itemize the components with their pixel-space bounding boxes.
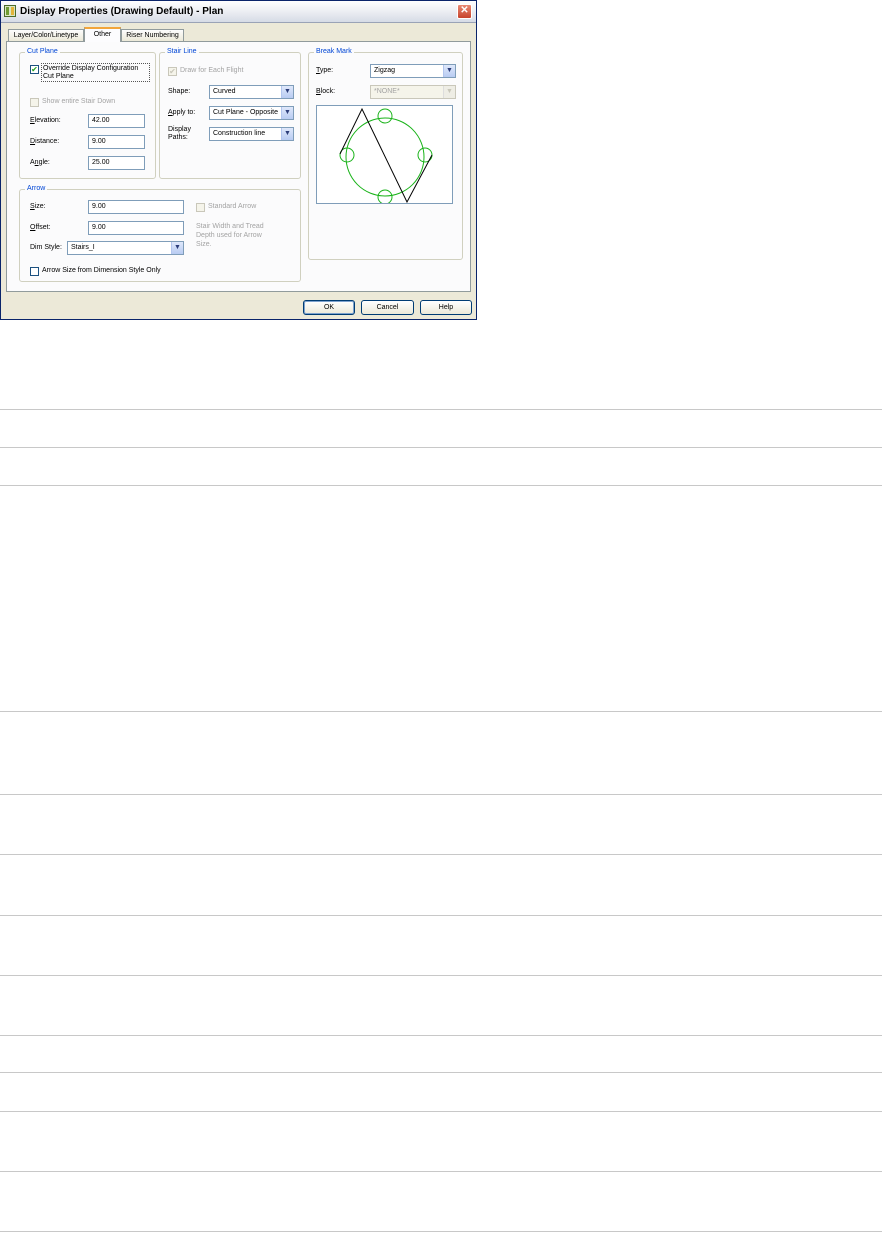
size-label: Size:: [30, 203, 46, 210]
apply-to-value: Cut Plane - Opposite: [213, 109, 278, 116]
distance-field[interactable]: 9.00: [88, 135, 145, 149]
apply-to-dropdown[interactable]: Cut Plane - Opposite ▼: [209, 106, 294, 120]
table-rule: [0, 1171, 882, 1172]
shape-value: Curved: [213, 88, 236, 95]
offset-label: Offset:: [30, 224, 51, 231]
table-rule: [0, 1035, 882, 1036]
table-rule: [0, 915, 882, 916]
type-value: Zigzag: [374, 67, 396, 74]
dim-style-label: Dim Style:: [30, 244, 62, 251]
table-rule: [0, 409, 882, 410]
title-bar[interactable]: Display Properties (Drawing Default) - P…: [1, 1, 476, 23]
standard-arrow-checkbox[interactable]: [196, 203, 205, 212]
apply-to-label: Apply to:: [168, 109, 196, 116]
arrow-note-line2: Depth used for Arrow: [196, 232, 262, 239]
table-rule: [0, 1072, 882, 1073]
override-cut-plane-label-line2: Cut Plane: [43, 73, 74, 80]
ok-button[interactable]: OK: [303, 300, 355, 315]
table-rule: [0, 485, 882, 486]
stair-line-legend: Stair Line: [165, 47, 199, 57]
checkmark-icon: ✔: [169, 67, 176, 76]
break-mark-preview: [316, 105, 453, 205]
tab-layer-color-linetype[interactable]: Layer/Color/Linetype: [8, 29, 84, 41]
elevation-label: Elevation:: [30, 117, 61, 124]
arrow-size-from-dim-label: Arrow Size from Dimension Style Only: [42, 267, 161, 274]
show-entire-stair-down-label: Show entire Stair Down: [42, 98, 116, 105]
draw-each-flight-checkbox[interactable]: ✔: [168, 67, 177, 76]
draw-each-flight-label: Draw for Each Flight: [180, 67, 244, 74]
dim-style-value: Stairs_I: [71, 244, 95, 251]
arrow-note-line3: Size.: [196, 241, 212, 248]
combo-arrow-icon: ▼: [281, 128, 293, 140]
table-rule: [0, 854, 882, 855]
dim-style-dropdown[interactable]: Stairs_I ▼: [67, 241, 184, 255]
tab-riser-numbering[interactable]: Riser Numbering: [121, 29, 184, 41]
override-cut-plane-checkbox[interactable]: ✔: [30, 65, 39, 74]
cut-plane-legend: Cut Plane: [25, 47, 60, 57]
cut-plane-group: Cut Plane ✔ Override Display Configurati…: [19, 47, 156, 179]
angle-label: Angle:: [30, 159, 50, 166]
display-properties-dialog: Display Properties (Drawing Default) - P…: [0, 0, 477, 320]
combo-arrow-icon: ▼: [281, 107, 293, 119]
shape-label: Shape:: [168, 88, 191, 95]
display-paths-label-line2: Paths:: [168, 134, 188, 141]
app-icon: [4, 5, 16, 17]
tab-other[interactable]: Other: [84, 27, 121, 42]
elevation-field[interactable]: 42.00: [88, 114, 145, 128]
offset-field[interactable]: 9.00: [88, 221, 184, 235]
angle-field[interactable]: 25.00: [88, 156, 145, 170]
stair-line-group: Stair Line ✔ Draw for Each Flight Shape:…: [159, 47, 301, 179]
override-cut-plane-focus[interactable]: Override Display Configuration Cut Plane: [41, 63, 150, 82]
table-rule: [0, 447, 882, 448]
arrow-note-line1: Stair Width and Tread: [196, 223, 264, 230]
close-icon[interactable]: ✕: [457, 4, 472, 19]
block-dropdown[interactable]: *NONE* ▼: [370, 85, 456, 99]
show-entire-stair-down-checkbox[interactable]: [30, 98, 39, 107]
type-label: Type:: [316, 67, 334, 74]
block-label: Block:: [316, 88, 336, 95]
override-cut-plane-label: Override Display Configuration: [43, 65, 139, 72]
arrow-size-from-dim-checkbox[interactable]: [30, 267, 39, 276]
checkmark-icon: ✔: [31, 65, 38, 74]
table-rule: [0, 794, 882, 795]
arrow-group: Arrow Size: 9.00 Offset: 9.00 Dim Style:…: [19, 184, 301, 282]
combo-arrow-icon: ▼: [171, 242, 183, 254]
tab-panel-other: Cut Plane ✔ Override Display Configurati…: [6, 41, 471, 292]
help-button[interactable]: Help: [420, 300, 472, 315]
size-field[interactable]: 9.00: [88, 200, 184, 214]
display-paths-dropdown[interactable]: Construction line ▼: [209, 127, 294, 141]
combo-arrow-icon: ▼: [281, 86, 293, 98]
table-rule: [0, 1111, 882, 1112]
combo-arrow-icon: ▼: [443, 86, 455, 98]
combo-arrow-icon: ▼: [443, 65, 455, 77]
display-paths-label: Display: [168, 126, 191, 133]
window-title: Display Properties (Drawing Default) - P…: [20, 6, 224, 17]
zigzag-preview-graphic: [339, 107, 433, 205]
table-rule: [0, 1231, 882, 1232]
type-dropdown[interactable]: Zigzag ▼: [370, 64, 456, 78]
block-value: *NONE*: [374, 88, 400, 95]
standard-arrow-label: Standard Arrow: [208, 203, 257, 210]
break-mark-group: Break Mark Type: Zigzag ▼ Block: *NONE* …: [308, 47, 463, 260]
table-rule: [0, 975, 882, 976]
distance-label: Distance:: [30, 138, 60, 145]
cancel-button[interactable]: Cancel: [361, 300, 414, 315]
display-paths-value: Construction line: [213, 130, 266, 137]
arrow-legend: Arrow: [25, 184, 48, 194]
break-mark-legend: Break Mark: [314, 47, 354, 57]
shape-dropdown[interactable]: Curved ▼: [209, 85, 294, 99]
table-rule: [0, 711, 882, 712]
